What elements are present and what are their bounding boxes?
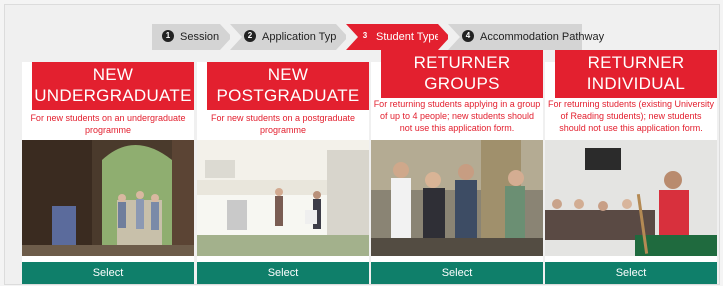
- step-accommodation-pathway[interactable]: 4 Accommodation Pathway: [448, 24, 604, 50]
- card-title-line: INDIVIDUAL: [586, 74, 686, 93]
- select-button[interactable]: Select: [371, 262, 543, 284]
- card-title: NEW UNDERGRADUATE: [32, 62, 194, 110]
- step-number-4: 4: [462, 30, 474, 43]
- card-title-line: NEW: [267, 65, 309, 84]
- card-description-line: of up to 4 people; new students should: [379, 111, 535, 121]
- card-description: For new students on an undergraduate pro…: [22, 112, 194, 136]
- step-notch: [448, 24, 460, 50]
- card-title: RETURNER GROUPS: [381, 50, 543, 98]
- select-button[interactable]: Select: [545, 262, 717, 284]
- card-title-line: NEW: [92, 65, 134, 84]
- step-notch: [346, 24, 358, 50]
- step-student-type[interactable]: 3 Student Type: [346, 24, 441, 50]
- photo-group-of-students: [371, 140, 543, 256]
- step-number-1: 1: [162, 30, 174, 43]
- photo-shared-kitchen: [197, 140, 369, 256]
- step-label-application-type: Application Type: [262, 31, 343, 44]
- step-application-type[interactable]: 2 Application Type: [230, 24, 343, 50]
- card-title-line: RETURNER: [413, 53, 511, 72]
- card-description-line: programme: [84, 125, 131, 135]
- photo-university-gateway: [22, 140, 194, 256]
- step-label-student-type: Student Type: [376, 31, 441, 44]
- option-card-new-postgraduate[interactable]: NEW POSTGRADUATE For new students on a p…: [197, 62, 369, 284]
- option-card-new-undergraduate[interactable]: NEW UNDERGRADUATE For new students on an…: [22, 62, 194, 284]
- select-button[interactable]: Select: [22, 262, 194, 284]
- step-label-session: Session: [180, 31, 220, 44]
- step-label-accommodation-pathway: Accommodation Pathway: [480, 31, 605, 44]
- card-description-line: For new students on an undergraduate: [30, 113, 186, 123]
- card-description-line: of Reading students); new students: [560, 111, 702, 121]
- card-description-line: For returning students applying in a gro…: [373, 99, 541, 109]
- card-title-line: POSTGRADUATE: [216, 86, 360, 105]
- card-title-line: UNDERGRADUATE: [34, 86, 192, 105]
- step-number-2: 2: [244, 30, 256, 43]
- card-description-line: not use this application form.: [399, 123, 515, 133]
- photo-common-room-pool-table: [545, 140, 717, 256]
- card-description-line: For returning students (existing Univers…: [547, 99, 715, 109]
- card-title: NEW POSTGRADUATE: [207, 62, 369, 110]
- card-description-line: should not use this application form.: [559, 123, 703, 133]
- option-card-returner-groups[interactable]: RETURNER GROUPS For returning students a…: [371, 50, 543, 284]
- select-button[interactable]: Select: [197, 262, 369, 284]
- card-title-line: RETURNER: [587, 53, 685, 72]
- step-notch: [230, 24, 242, 50]
- card-title-line: GROUPS: [424, 74, 500, 93]
- step-number-3: 3: [360, 30, 370, 43]
- option-card-returner-individual[interactable]: RETURNER INDIVIDUAL For returning studen…: [545, 50, 717, 284]
- step-session[interactable]: 1 Session: [152, 24, 220, 50]
- card-title: RETURNER INDIVIDUAL: [555, 50, 717, 98]
- card-description: For returning students applying in a gro…: [371, 98, 543, 134]
- card-description: For new students on a postgraduate progr…: [197, 112, 369, 136]
- card-description-line: For new students on a postgraduate: [210, 113, 356, 123]
- card-description-line: programme: [259, 125, 306, 135]
- card-description: For returning students (existing Univers…: [545, 98, 717, 134]
